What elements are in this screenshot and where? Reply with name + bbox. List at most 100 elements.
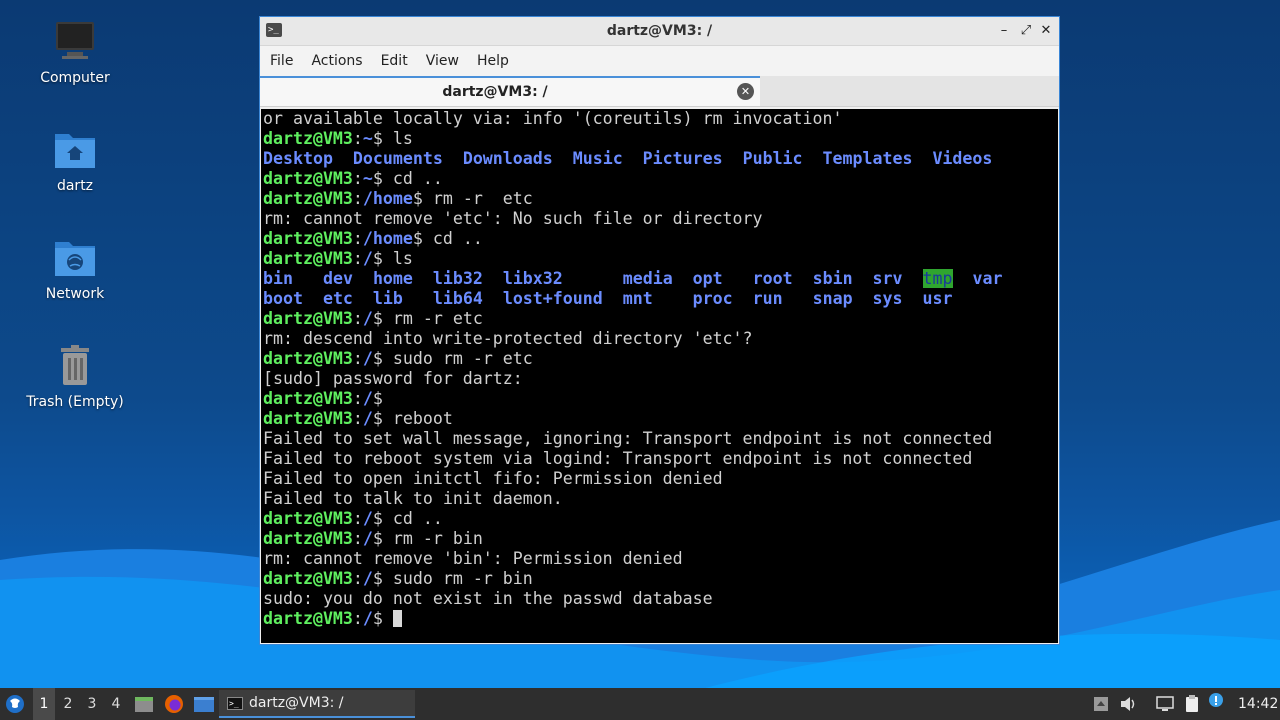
- terminal-line: Failed to open initctl fifo: Permission …: [261, 469, 1058, 489]
- prompt-user: dartz@VM3: [263, 609, 353, 628]
- prompt-user: dartz@VM3: [263, 249, 353, 268]
- desktop-icon-network[interactable]: Network: [20, 236, 130, 302]
- workspace-3[interactable]: 3: [81, 688, 103, 720]
- terminal-line: sudo: you do not exist in the passwd dat…: [261, 589, 1058, 609]
- directory-entry: bin: [263, 269, 293, 288]
- menu-edit[interactable]: Edit: [373, 53, 416, 69]
- prompt-path: /: [362, 249, 373, 268]
- volume-icon[interactable]: [1118, 694, 1138, 714]
- terminal-line: dartz@VM3:/home$ cd ..: [261, 229, 1058, 249]
- menu-file[interactable]: File: [262, 53, 301, 69]
- terminal-text: :: [352, 609, 363, 628]
- terminal-line: boot etc lib lib64 lost+found mnt proc r…: [261, 289, 1058, 309]
- terminal-text: Failed to talk to init daemon.: [263, 489, 563, 508]
- window-titlebar[interactable]: >_ dartz@VM3: / – ⤢ ✕: [260, 17, 1059, 46]
- desktop-icon-trash[interactable]: Trash (Empty): [20, 344, 130, 410]
- terminal-line: bin dev home lib32 libx32 media opt root…: [261, 269, 1058, 289]
- tab-close-icon[interactable]: ✕: [737, 83, 754, 100]
- terminal-text: $: [372, 609, 393, 628]
- home-folder-icon: [55, 134, 95, 168]
- terminal-text: [sudo] password for dartz:: [263, 369, 523, 388]
- directory-entry: dev: [322, 269, 353, 288]
- directory-entry: root: [752, 269, 793, 288]
- desktop-icon-label: Trash (Empty): [26, 394, 124, 410]
- prompt-path: ~: [362, 169, 373, 188]
- update-notifier-icon[interactable]: [1208, 692, 1224, 708]
- terminal-text: $ rm -r etc: [372, 309, 483, 328]
- minimize-button[interactable]: –: [995, 22, 1013, 40]
- prompt-path: /: [362, 389, 373, 408]
- maximize-button[interactable]: ⤢: [1017, 22, 1035, 40]
- workspace-4[interactable]: 4: [105, 688, 127, 720]
- app-menu-icon[interactable]: [5, 694, 25, 714]
- terminal-text: or available locally via: info '(coreuti…: [263, 109, 843, 128]
- terminal-text: $ rm -r etc: [412, 189, 533, 208]
- directory-entry: lib32: [432, 269, 483, 288]
- menu-view[interactable]: View: [418, 53, 467, 69]
- terminal-line: dartz@VM3:/$ ls: [261, 249, 1058, 269]
- directory-entry: etc: [322, 289, 353, 308]
- directory-entry: Music: [572, 149, 623, 168]
- menu-actions[interactable]: Actions: [303, 53, 370, 69]
- close-button[interactable]: ✕: [1037, 22, 1055, 40]
- terminal-text: rm: cannot remove 'bin': Permission deni…: [263, 549, 683, 568]
- clipboard-icon[interactable]: [1182, 694, 1202, 714]
- terminal-line: dartz@VM3:/$ cd ..: [261, 509, 1058, 529]
- display-icon[interactable]: [1155, 694, 1175, 714]
- prompt-user: dartz@VM3: [263, 529, 353, 548]
- terminal-line: dartz@VM3:/$ rm -r etc: [261, 309, 1058, 329]
- terminal-cursor: [392, 610, 402, 627]
- trash-icon: [61, 345, 89, 385]
- directory-entry: Templates: [822, 149, 913, 168]
- prompt-path: /: [362, 509, 373, 528]
- desktop-icon-home[interactable]: dartz: [20, 128, 130, 194]
- tab-label: dartz@VM3: /: [442, 84, 548, 100]
- directory-entry: Videos: [932, 149, 993, 168]
- prompt-path: ~: [362, 129, 373, 148]
- terminal-text: $ ls: [372, 129, 413, 148]
- prompt-user: dartz@VM3: [263, 189, 353, 208]
- terminal-output[interactable]: or available locally via: info '(coreuti…: [261, 109, 1058, 643]
- file-manager-icon[interactable]: [134, 694, 154, 714]
- prompt-path: /home: [362, 189, 413, 208]
- terminal-line: dartz@VM3:/$ sudo rm -r etc: [261, 349, 1058, 369]
- taskbar: 1 2 3 4 >_ dartz@VM3: / 14:42: [0, 688, 1280, 720]
- directory-entry: lib: [372, 289, 403, 308]
- menu-help[interactable]: Help: [469, 53, 517, 69]
- taskbar-window-label: dartz@VM3: /: [249, 695, 344, 711]
- terminal-text: $ sudo rm -r bin: [372, 569, 533, 588]
- terminal-text: $ sudo rm -r etc: [372, 349, 533, 368]
- prompt-path: /: [362, 309, 373, 328]
- taskbar-window-button[interactable]: >_ dartz@VM3: /: [219, 690, 415, 718]
- show-desktop-icon[interactable]: [1091, 694, 1111, 714]
- terminal-line: Desktop Documents Downloads Music Pictur…: [261, 149, 1058, 169]
- prompt-path: /: [362, 349, 373, 368]
- directory-entry: snap: [812, 289, 853, 308]
- terminal-text: $ rm -r bin: [372, 529, 483, 548]
- terminal-line: Failed to set wall message, ignoring: Tr…: [261, 429, 1058, 449]
- directory-entry: libx32: [502, 269, 563, 288]
- workspace-1[interactable]: 1: [33, 688, 55, 720]
- workspace-2[interactable]: 2: [57, 688, 79, 720]
- desktop-icon-computer[interactable]: Computer: [20, 20, 130, 86]
- terminal-line: dartz@VM3:/$: [261, 609, 1058, 629]
- directory-entry: Documents: [352, 149, 443, 168]
- terminal-text: :: [352, 249, 363, 268]
- terminal-line: dartz@VM3:/$ reboot: [261, 409, 1058, 429]
- terminal-tab[interactable]: dartz@VM3: / ✕: [260, 76, 760, 106]
- firefox-icon[interactable]: [164, 694, 184, 714]
- prompt-user: dartz@VM3: [263, 389, 353, 408]
- terminal-line: dartz@VM3:~$ cd ..: [261, 169, 1058, 189]
- show-desktop-folder-icon[interactable]: [193, 694, 215, 714]
